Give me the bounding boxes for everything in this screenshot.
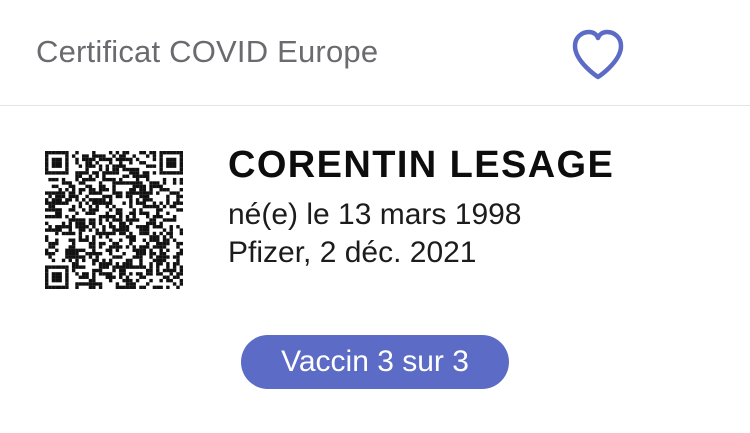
dose-badge: Vaccin 3 sur 3 [241, 335, 509, 389]
holder-name: CORENTIN LESAGE [228, 144, 615, 186]
qr-code-icon [45, 151, 183, 289]
favorite-button[interactable] [568, 26, 628, 84]
qr-code[interactable] [45, 151, 183, 289]
birth-date: né(e) le 13 mars 1998 [228, 198, 522, 231]
certificate-card[interactable]: Certificat COVID Europe CORENTIN LESAGE … [0, 0, 750, 433]
vaccine-info: Pfizer, 2 déc. 2021 [228, 236, 477, 269]
heart-icon [572, 29, 624, 80]
certificate-title: Certificat COVID Europe [36, 34, 379, 69]
certificate-header: Certificat COVID Europe [0, 0, 750, 106]
